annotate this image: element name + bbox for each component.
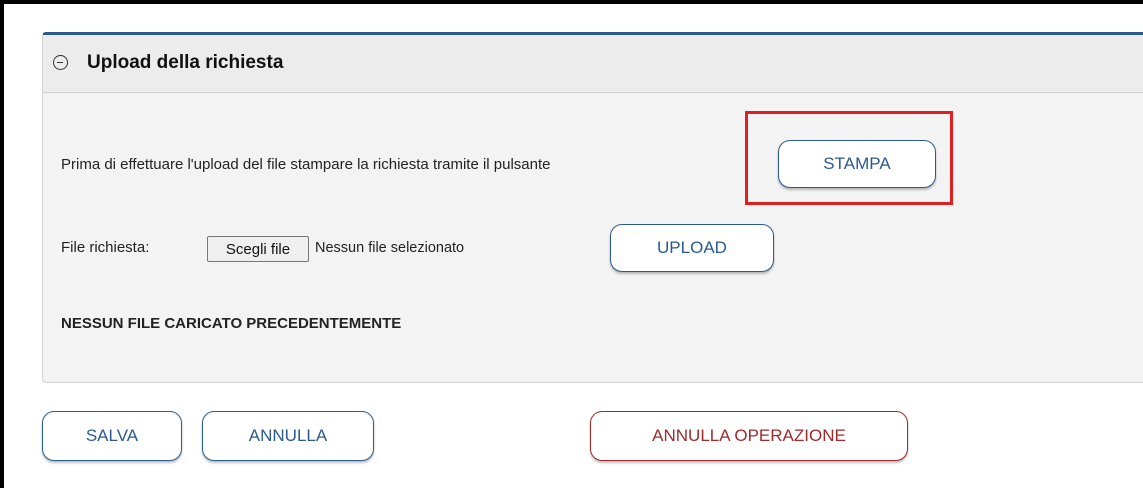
- file-label: File richiesta:: [61, 239, 150, 256]
- highlight-box: [745, 111, 953, 205]
- minus-circle-icon[interactable]: [53, 55, 68, 70]
- save-button[interactable]: SALVA: [42, 411, 182, 461]
- upload-button[interactable]: UPLOAD: [610, 224, 774, 272]
- choose-file-button[interactable]: Scegli file: [207, 236, 309, 262]
- no-file-message: NESSUN FILE CARICATO PRECEDENTEMENTE: [61, 315, 402, 332]
- cancel-button[interactable]: ANNULLA: [202, 411, 374, 461]
- print-instruction-text: Prima di effettuare l'upload del file st…: [61, 156, 551, 173]
- cancel-operation-button[interactable]: ANNULLA OPERAZIONE: [590, 411, 908, 461]
- panel-header[interactable]: Upload della richiesta: [43, 35, 1143, 93]
- panel-title: Upload della richiesta: [87, 52, 284, 73]
- file-status-text: Nessun file selezionato: [315, 240, 465, 256]
